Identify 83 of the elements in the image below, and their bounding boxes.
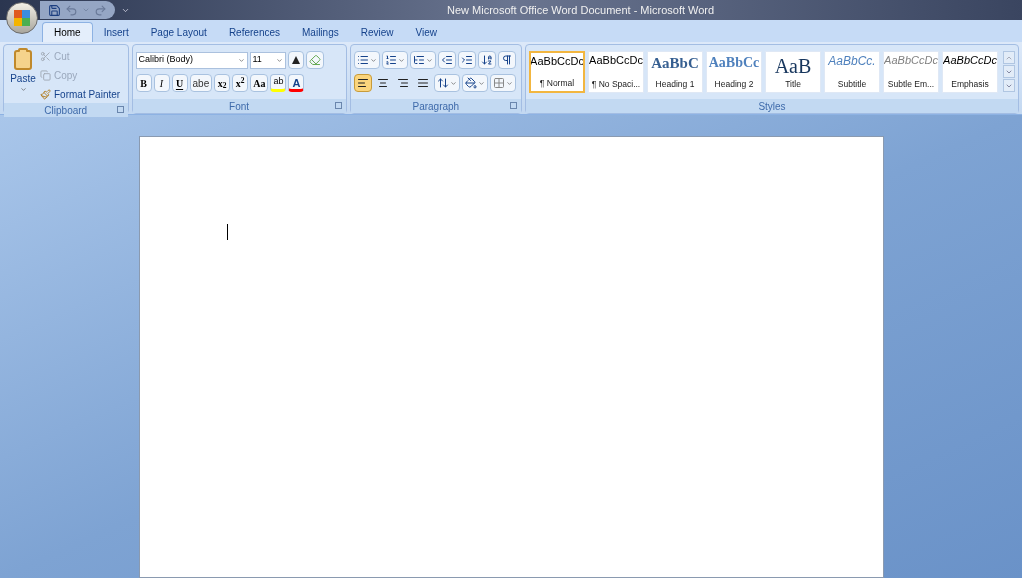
format-button[interactable]: U bbox=[171, 74, 188, 92]
bullet-list-icon bbox=[356, 54, 369, 66]
more-styles-button[interactable] bbox=[1003, 79, 1015, 92]
dialog-launcher-icon[interactable] bbox=[116, 106, 124, 113]
style-swatch[interactable]: AaBbCcDc Subtle Em... bbox=[883, 51, 939, 93]
group-label: Clipboard bbox=[44, 103, 88, 118]
paste-button[interactable]: Paste bbox=[8, 47, 38, 103]
align-icon bbox=[356, 77, 369, 89]
numbering-button[interactable] bbox=[381, 51, 408, 69]
style-swatch[interactable]: AaBbCc. Subtitle bbox=[824, 51, 880, 93]
format-button[interactable]: x$^{2}$ bbox=[232, 74, 249, 92]
ribbon-tab[interactable]: Page Layout bbox=[139, 22, 218, 42]
style-swatch[interactable]: AaBbC Heading 1 bbox=[647, 51, 703, 93]
decrease-indent-button[interactable] bbox=[437, 51, 456, 69]
caret-icon bbox=[449, 79, 457, 87]
office-button[interactable] bbox=[6, 2, 38, 34]
borders-icon bbox=[492, 77, 505, 89]
font-size-field[interactable]: 11 bbox=[249, 51, 286, 69]
align-button[interactable] bbox=[353, 74, 372, 92]
sort-icon bbox=[480, 54, 493, 66]
ribbon-tab[interactable]: Mailings bbox=[291, 22, 350, 42]
format-button[interactable]: x$_{2}$ bbox=[214, 74, 231, 92]
line-spacing-button[interactable] bbox=[433, 74, 460, 92]
group-label: Font bbox=[229, 99, 250, 114]
style-swatch[interactable]: AaBbCcDc ¶ No Spaci... bbox=[588, 51, 644, 93]
font-color-button[interactable]: A bbox=[288, 74, 305, 92]
window-title: New Microsoft Office Word Document - Microsoft Word bbox=[447, 2, 715, 18]
style-swatch[interactable]: AaBbCcDc ¶ Normal bbox=[529, 51, 585, 93]
eraser-icon bbox=[308, 54, 321, 66]
triangle-icon bbox=[290, 55, 301, 65]
dialog-launcher-icon[interactable] bbox=[510, 102, 517, 109]
clipboard-item[interactable]: Format Painter bbox=[40, 85, 121, 103]
caret-icon bbox=[505, 79, 513, 87]
show-marks-button[interactable] bbox=[497, 51, 516, 69]
group-label: Paragraph bbox=[412, 99, 460, 114]
align-icon bbox=[416, 77, 429, 89]
caret-icon bbox=[477, 79, 485, 87]
caret-icon bbox=[425, 56, 433, 64]
numbered-list-icon bbox=[384, 54, 397, 66]
format-button[interactable]: Aa bbox=[250, 74, 269, 92]
ribbon-tab[interactable]: References bbox=[217, 22, 291, 42]
caret-icon bbox=[237, 56, 245, 64]
format-button[interactable]: I bbox=[153, 74, 170, 92]
paintbrush-icon bbox=[40, 88, 51, 100]
group-label: Styles bbox=[758, 99, 786, 114]
highlight-button[interactable]: ab bbox=[270, 74, 287, 92]
sort-button[interactable] bbox=[477, 51, 496, 69]
bullets-button[interactable] bbox=[353, 51, 380, 69]
decrease-indent-icon bbox=[440, 54, 453, 66]
align-icon bbox=[396, 77, 409, 89]
scroll-down-button[interactable] bbox=[1003, 65, 1015, 78]
shading-button[interactable] bbox=[461, 74, 488, 92]
style-swatch[interactable]: AaBbCcDc Emphasis bbox=[942, 51, 998, 93]
line-spacing-icon bbox=[436, 77, 449, 89]
caret-icon bbox=[369, 56, 377, 64]
ribbon-tab[interactable]: View bbox=[404, 22, 448, 42]
font-family-field[interactable]: Calibri (Body) bbox=[135, 51, 248, 69]
caret-icon bbox=[397, 56, 405, 64]
format-button[interactable]: B bbox=[135, 74, 152, 92]
ribbon-tab[interactable]: Insert bbox=[92, 22, 140, 42]
scissors-icon bbox=[40, 50, 51, 62]
text-cursor bbox=[226, 224, 228, 240]
clipboard-icon bbox=[11, 47, 35, 71]
ribbon-tab[interactable]: Review bbox=[349, 22, 405, 42]
multilevel-list-button[interactable] bbox=[409, 51, 436, 69]
caret-icon bbox=[275, 56, 283, 64]
style-swatch[interactable]: AaBbCc Heading 2 bbox=[706, 51, 762, 93]
paint-bucket-icon bbox=[464, 77, 477, 89]
grow-font-button[interactable] bbox=[287, 51, 304, 69]
increase-indent-icon bbox=[460, 54, 473, 66]
save-icon[interactable] bbox=[48, 3, 61, 17]
office-logo-icon bbox=[13, 9, 31, 27]
style-swatch[interactable]: AaB Title bbox=[765, 51, 821, 93]
copy-icon bbox=[40, 69, 51, 81]
ribbon-tab[interactable]: Home bbox=[42, 22, 93, 42]
caret-icon bbox=[19, 86, 27, 93]
align-icon bbox=[376, 77, 389, 89]
format-button[interactable]: abe bbox=[189, 74, 213, 92]
increase-indent-button[interactable] bbox=[457, 51, 476, 69]
pilcrow-icon bbox=[500, 54, 513, 66]
dialog-launcher-icon[interactable] bbox=[334, 102, 342, 109]
multilevel-list-icon bbox=[412, 54, 425, 66]
borders-button[interactable] bbox=[489, 74, 516, 92]
